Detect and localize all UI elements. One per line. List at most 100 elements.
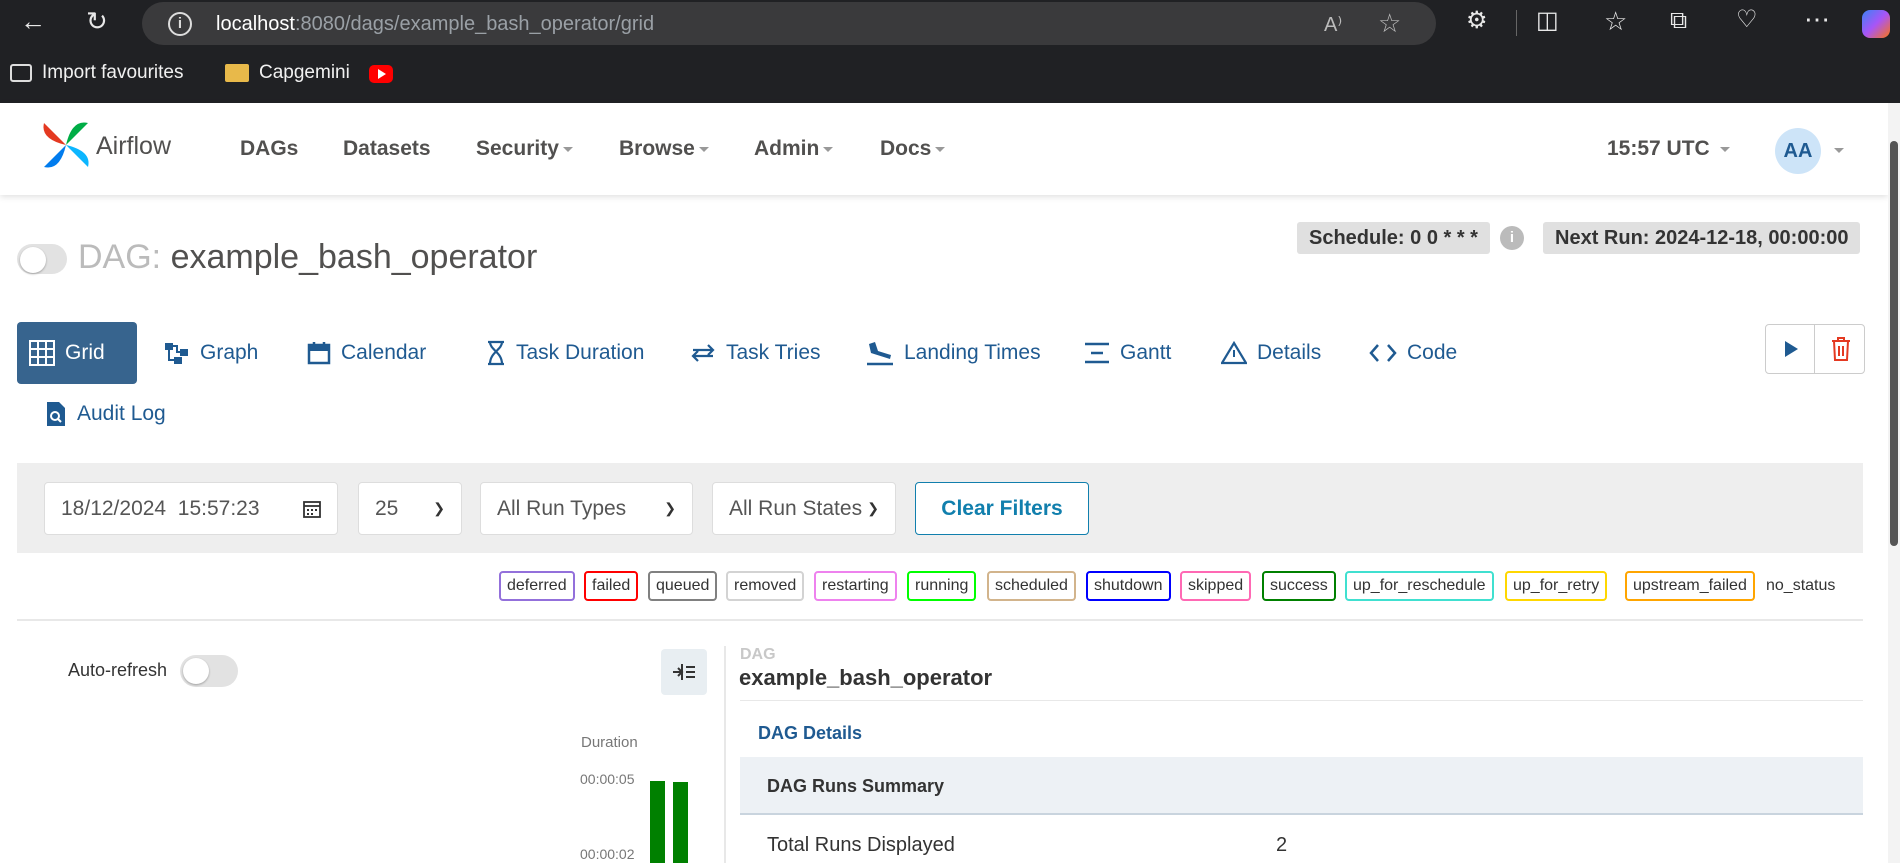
user-menu-chevron-icon[interactable] — [1834, 148, 1844, 153]
tab-gantt[interactable]: Gantt — [1072, 322, 1183, 384]
auto-refresh-label: Auto-refresh — [68, 660, 168, 680]
nav-datasets[interactable]: Datasets — [343, 137, 431, 161]
state-legend-up-for-reschedule[interactable]: up_for_reschedule — [1345, 571, 1494, 601]
nav-datasets-label: Datasets — [343, 137, 431, 160]
refresh-icon[interactable]: ↻ — [86, 8, 108, 34]
total-runs-value: 2 — [1276, 834, 1288, 856]
url-path: :8080/dags/example_bash_operator/grid — [294, 13, 655, 35]
favorite-star-icon[interactable]: ☆ — [1378, 8, 1401, 39]
browser-essentials-icon[interactable]: ♡ — [1736, 8, 1758, 32]
airflow-logo[interactable] — [38, 117, 94, 178]
favourites-bar: Import favourites Capgemini — [0, 47, 1900, 103]
grid-icon — [29, 340, 55, 366]
state-legend-up-for-retry[interactable]: up_for_retry — [1505, 571, 1608, 601]
state-legend-restarting[interactable]: restarting — [814, 571, 897, 601]
read-aloud-icon[interactable]: A⁾ — [1324, 12, 1342, 37]
state-legend-upstream-failed[interactable]: upstream_failed — [1625, 571, 1755, 601]
tab-code[interactable]: Code — [1357, 322, 1469, 384]
nav-admin-label: Admin — [754, 137, 820, 160]
tab-task-duration[interactable]: Task Duration — [474, 322, 656, 384]
youtube-favicon-icon[interactable] — [369, 65, 393, 83]
split-screen-icon[interactable]: ◫ — [1536, 9, 1559, 33]
user-avatar[interactable]: AA — [1775, 128, 1821, 174]
chevron-down-icon: ❯ — [664, 500, 676, 516]
collections-icon[interactable]: ⧉ — [1670, 9, 1687, 33]
clear-filters-button[interactable]: Clear Filters — [915, 482, 1089, 535]
tab-grid[interactable]: Grid — [17, 322, 137, 384]
browser-toolbar: ← ↻ i localhost:8080/dags/example_bash_o… — [0, 0, 1900, 47]
duration-tick-bottom: 00:00:02 — [580, 846, 635, 862]
calendar-picker-icon[interactable] — [303, 500, 321, 518]
state-legend-success[interactable]: success — [1262, 571, 1336, 601]
clock-label: 15:57 UTC — [1607, 137, 1710, 160]
dag-pause-toggle[interactable] — [17, 244, 67, 274]
import-favourites-link[interactable]: Import favourites — [10, 62, 184, 84]
state-legend-skipped[interactable]: skipped — [1180, 571, 1252, 601]
trigger-dag-button[interactable] — [1766, 325, 1815, 373]
state-legend-no-status[interactable]: no_status — [1758, 571, 1843, 601]
extensions-icon[interactable]: ⚙ — [1466, 9, 1488, 33]
state-legend-deferred[interactable]: deferred — [499, 571, 575, 601]
favorites-list-icon[interactable]: ☆ — [1604, 8, 1627, 34]
state-legend-removed[interactable]: removed — [726, 571, 805, 601]
chevron-down-icon — [698, 146, 709, 152]
tab-landing-times-label: Landing Times — [904, 341, 1041, 364]
num-runs-select[interactable]: 25 ❯ — [358, 482, 462, 535]
collapse-details-button[interactable] — [661, 649, 707, 695]
run-type-select[interactable]: All Run Types ❯ — [480, 482, 693, 535]
chevron-down-icon — [562, 146, 573, 152]
dag-title-name: example_bash_operator — [170, 238, 538, 276]
dag-details-tab[interactable]: DAG Details — [758, 723, 862, 744]
code-icon — [1369, 344, 1397, 362]
state-legend-failed[interactable]: failed — [584, 571, 639, 601]
more-menu-icon[interactable]: ⋯ — [1804, 6, 1830, 32]
chevron-down-icon: ❯ — [867, 500, 879, 516]
back-arrow-icon[interactable]: ← — [20, 8, 46, 34]
nav-dags-label: DAGs — [240, 137, 299, 160]
brand-name[interactable]: Airflow — [96, 132, 171, 161]
nav-docs[interactable]: Docs — [880, 137, 946, 161]
nav-dags[interactable]: DAGs — [240, 137, 298, 161]
base-date-input[interactable]: 18/12/2024 15:57:23 — [44, 482, 338, 535]
page-scrollbar[interactable] — [1888, 103, 1900, 863]
nav-admin[interactable]: Admin — [754, 137, 834, 161]
tab-task-tries[interactable]: Task Tries — [678, 322, 833, 384]
expand-panel-icon — [673, 664, 695, 680]
info-icon[interactable]: i — [1500, 226, 1524, 250]
scrollbar-thumb[interactable] — [1890, 141, 1898, 546]
tab-landing-times[interactable]: Landing Times — [854, 322, 1053, 384]
gantt-icon — [1085, 342, 1109, 364]
nav-security[interactable]: Security — [476, 137, 573, 161]
capgemini-folder-link[interactable]: Capgemini — [225, 62, 350, 84]
dag-run-duration-bar[interactable] — [673, 782, 688, 863]
tab-gantt-label: Gantt — [1120, 341, 1172, 364]
tab-graph[interactable]: Graph — [152, 322, 270, 384]
copilot-icon[interactable] — [1862, 10, 1890, 38]
summary-header-row: DAG Runs Summary — [740, 757, 1863, 815]
url-host: localhost — [216, 13, 295, 35]
delete-dag-button[interactable] — [1816, 325, 1865, 373]
dag-run-duration-bar[interactable] — [650, 781, 665, 863]
details-dag-name[interactable]: example_bash_operator — [739, 665, 992, 691]
url-text[interactable]: localhost:8080/dags/example_bash_operato… — [216, 13, 654, 36]
state-legend-shutdown[interactable]: shutdown — [1086, 571, 1171, 601]
run-state-select[interactable]: All Run States ❯ — [712, 482, 896, 535]
tab-graph-label: Graph — [200, 341, 259, 364]
nav-browse[interactable]: Browse — [619, 137, 709, 161]
state-legend-queued[interactable]: queued — [648, 571, 718, 601]
address-bar[interactable]: i localhost:8080/dags/example_bash_opera… — [142, 2, 1436, 45]
duration-tick-top: 00:00:05 — [580, 771, 635, 787]
tab-audit-log[interactable]: Audit Log — [33, 383, 178, 445]
run-state-value: All Run States — [729, 496, 863, 520]
site-info-icon[interactable]: i — [168, 12, 192, 36]
play-icon — [1785, 341, 1798, 357]
tab-audit-log-label: Audit Log — [77, 402, 166, 425]
tab-details[interactable]: Details — [1209, 322, 1333, 384]
state-legend-scheduled[interactable]: scheduled — [987, 571, 1076, 601]
auto-refresh-toggle[interactable] — [180, 655, 238, 687]
tab-grid-label: Grid — [65, 341, 105, 364]
tab-calendar[interactable]: Calendar — [295, 322, 438, 384]
nav-security-label: Security — [476, 137, 559, 160]
state-legend-running[interactable]: running — [907, 571, 977, 601]
clock-menu[interactable]: 15:57 UTC — [1607, 137, 1730, 161]
